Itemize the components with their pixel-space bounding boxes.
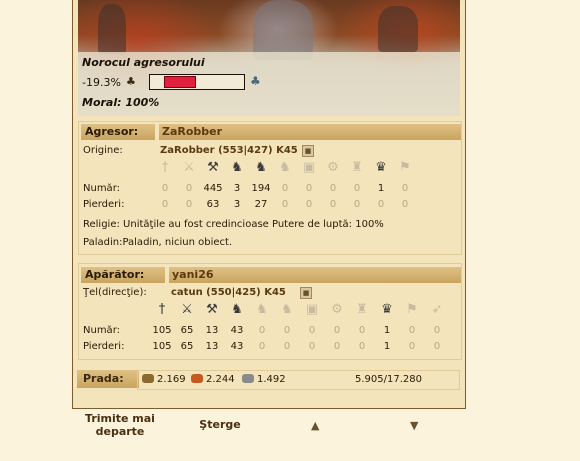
defender-count-cell: 0 [308,325,316,336]
defender-loss-cell: 65 [180,341,194,352]
knight-icon: ♜ [356,302,368,317]
sword-icon: ⚔ [183,160,195,175]
catapult-icon: ⚙ [331,302,343,317]
previous-report-arrow-icon[interactable]: ▲ [311,419,319,432]
defender-loss-cell: 0 [308,341,316,352]
attacker-count-label: Număr: [83,183,120,194]
militia-icon: ⚑ [399,160,411,175]
knight-icon: ♜ [351,160,363,175]
report-actions: Trimite mai departe Şterge ▲ ▼ [72,409,464,461]
origin-label: Origine: [83,145,123,156]
defender-count-cell: 0 [258,325,266,336]
attacker-loss-label: Pierderi: [83,199,125,210]
iron-loot: 1.492 [242,371,286,389]
defender-loss-cell: 0 [283,341,291,352]
defender-count-cell: 13 [205,325,219,336]
defender-count-cell: 105 [152,325,172,336]
clay-icon [191,374,203,383]
iron-amount: 1.492 [257,374,286,385]
defender-loss-cell: 13 [205,341,219,352]
noble-icon: ♛ [381,302,393,317]
ram-icon: ▣ [302,160,316,175]
target-label: Ţel(direcţie): [83,287,147,298]
loot-total: 5.905/17.280 [355,374,422,385]
defender-loss-cell: 0 [408,341,416,352]
clover-bad-icon: ♣ [126,75,136,88]
spear-icon: † [161,160,169,175]
noble-icon: ♛ [375,160,387,175]
militia-icon: ⚑ [406,302,418,317]
morale-text: Moral: 100% [82,96,160,109]
wood-amount: 2.169 [157,374,186,385]
knight-figure [253,0,313,60]
sword-icon: ⚔ [181,302,193,317]
defender-count-cell: 0 [358,325,366,336]
defender-player-link[interactable]: yani26 [169,267,461,283]
scout-icon: ♞ [231,302,243,317]
battle-banner-image: Norocul agresorului -19.3% ♣ ♣ Moral: 10… [78,0,460,116]
attacker-loss-cell: 0 [401,199,409,210]
luck-title: Norocul agresorului [82,56,205,69]
loot-row: 2.169 2.244 1.492 5.905/17.280 [137,370,460,390]
wood-loot: 2.169 [142,371,186,389]
luck-bar [149,74,245,90]
attacker-count-cell: 0 [401,183,409,194]
paladin-text: Paladin:Paladin, niciun obiect. [83,237,233,248]
origin-village-link[interactable]: ZaRobber (553|427) K45 [160,145,298,156]
clay-amount: 2.244 [206,374,235,385]
defender-count-cell: 0 [333,325,341,336]
left-background [0,0,72,461]
defender-count-cell: 1 [383,325,391,336]
light-cavalry-icon: ♞ [255,160,267,175]
axe-icon: ⚒ [207,160,219,175]
forward-button[interactable]: Trimite mai departe [82,412,158,438]
wood-icon [142,374,154,383]
defender-loss-cell: 0 [433,341,441,352]
attacker-panel: Agresor: ZaRobber Origine: ZaRobber (553… [78,121,462,255]
luck-bar-fill [164,76,196,88]
map-icon[interactable]: ■ [302,145,314,157]
defender-count-label: Număr: [83,325,120,336]
defender-loss-cell: 0 [258,341,266,352]
defender-loss-cell: 1 [383,341,391,352]
spear-icon: † [158,302,166,317]
luck-value: -19.3% [82,76,121,89]
attacker-label: Agresor: [81,124,155,140]
defender-loss-cell: 43 [230,341,244,352]
archer-icon: ➶ [431,302,443,317]
soldier-figure [98,4,126,54]
catapult-icon: ⚙ [327,160,339,175]
iron-icon [242,374,254,383]
faith-text: Religie: Unităţile au fost credincioase … [83,219,384,230]
defender-count-cell: 0 [283,325,291,336]
defender-loss-cell: 105 [152,341,172,352]
delete-button[interactable]: Şterge [198,418,242,431]
scout-icon: ♞ [231,160,243,175]
clay-loot: 2.244 [191,371,235,389]
battle-report: Norocul agresorului -19.3% ♣ ♣ Moral: 10… [72,0,466,409]
loot-label: Prada: [77,370,139,388]
defender-loss-cell: 0 [333,341,341,352]
heavy-cavalry-icon: ♞ [279,160,291,175]
defender-count-cell: 0 [408,325,416,336]
map-icon[interactable]: ■ [300,287,312,299]
heavy-cavalry-icon: ♞ [281,302,293,317]
soldier-figure [378,6,418,52]
defender-loss-cell: 0 [358,341,366,352]
defender-count-cell: 43 [230,325,244,336]
light-cavalry-icon: ♞ [256,302,268,317]
right-background [466,0,580,461]
ram-icon: ▣ [305,302,319,317]
defender-count-cell: 0 [433,325,441,336]
target-village-link[interactable]: catun (550|425) K45 [171,287,286,298]
attacker-player-link[interactable]: ZaRobber [159,124,461,140]
axe-icon: ⚒ [206,302,218,317]
defender-label: Apărător: [81,267,165,283]
clover-good-icon: ♣ [250,74,261,88]
defender-loss-label: Pierderi: [83,341,125,352]
next-report-arrow-icon[interactable]: ▼ [410,419,418,432]
defender-count-cell: 65 [180,325,194,336]
defender-panel: Apărător: yani26 Ţel(direcţie): catun (5… [78,263,462,360]
